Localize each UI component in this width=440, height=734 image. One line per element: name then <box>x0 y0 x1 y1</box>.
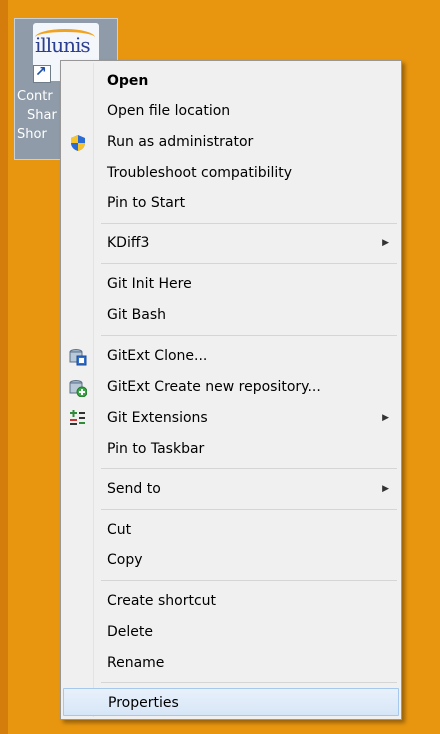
menu-item-rename[interactable]: Rename <box>63 649 399 677</box>
menu-item-kdiff3[interactable]: KDiff3 ▶ <box>63 229 399 257</box>
menu-item-label: Copy <box>107 552 143 568</box>
gitext-new-repo-icon <box>69 380 87 397</box>
submenu-arrow-icon: ▶ <box>382 413 389 423</box>
menu-item-open-file-location[interactable]: Open file location <box>63 97 399 125</box>
menu-item-pin-to-start[interactable]: Pin to Start <box>63 189 399 217</box>
menu-item-label: Properties <box>108 695 179 711</box>
menu-item-label: KDiff3 <box>107 235 150 251</box>
menu-item-properties[interactable]: Properties <box>63 688 399 716</box>
uac-shield-icon <box>71 135 85 151</box>
menu-item-gitext-create-new-repository[interactable]: GitExt Create new repository... <box>63 373 399 401</box>
menu-item-delete[interactable]: Delete <box>63 618 399 646</box>
shortcut-arrow-icon <box>33 64 51 83</box>
menu-item-create-shortcut[interactable]: Create shortcut <box>63 587 399 615</box>
menu-separator <box>101 682 397 683</box>
menu-item-label: Delete <box>107 624 153 640</box>
menu-item-run-as-administrator[interactable]: Run as administrator <box>63 128 399 156</box>
git-extensions-icon <box>70 410 85 425</box>
menu-item-label: Git Init Here <box>107 276 192 292</box>
menu-item-label: Rename <box>107 655 165 671</box>
menu-item-label: Run as administrator <box>107 134 254 150</box>
submenu-arrow-icon: ▶ <box>382 484 389 494</box>
menu-item-git-bash[interactable]: Git Bash <box>63 301 399 329</box>
menu-item-pin-to-taskbar[interactable]: Pin to Taskbar <box>63 435 399 463</box>
menu-item-label: Pin to Taskbar <box>107 441 205 457</box>
menu-item-troubleshoot-compatibility[interactable]: Troubleshoot compatibility <box>63 159 399 187</box>
context-menu: Open Open file location Run as administr… <box>60 60 402 720</box>
menu-item-label: Send to <box>107 481 161 497</box>
menu-item-label: Cut <box>107 522 132 538</box>
menu-item-copy[interactable]: Copy <box>63 546 399 574</box>
menu-item-send-to[interactable]: Send to ▶ <box>63 475 399 503</box>
menu-item-label: Git Extensions <box>107 410 208 426</box>
menu-separator <box>101 580 397 581</box>
menu-item-cut[interactable]: Cut <box>63 516 399 544</box>
menu-item-label: Open <box>107 73 149 89</box>
menu-item-label: Git Bash <box>107 307 167 323</box>
menu-item-label: GitExt Create new repository... <box>107 379 321 395</box>
menu-item-git-init-here[interactable]: Git Init Here <box>63 270 399 298</box>
menu-separator <box>101 263 397 264</box>
menu-item-label: GitExt Clone... <box>107 348 208 364</box>
menu-separator <box>101 223 397 224</box>
menu-item-open[interactable]: Open <box>63 67 399 95</box>
menu-separator <box>101 468 397 469</box>
menu-item-git-extensions[interactable]: Git Extensions ▶ <box>63 404 399 432</box>
menu-item-label: Open file location <box>107 103 231 119</box>
menu-item-label: Pin to Start <box>107 195 186 211</box>
menu-item-label: Troubleshoot compatibility <box>107 165 293 181</box>
menu-item-gitext-clone[interactable]: GitExt Clone... <box>63 342 399 370</box>
logo-text: illunis <box>35 33 91 57</box>
menu-separator <box>101 335 397 336</box>
desktop-background-strip <box>0 0 8 734</box>
submenu-arrow-icon: ▶ <box>382 238 389 248</box>
menu-item-label: Create shortcut <box>107 593 217 609</box>
gitext-clone-icon <box>69 349 87 366</box>
menu-separator <box>101 509 397 510</box>
